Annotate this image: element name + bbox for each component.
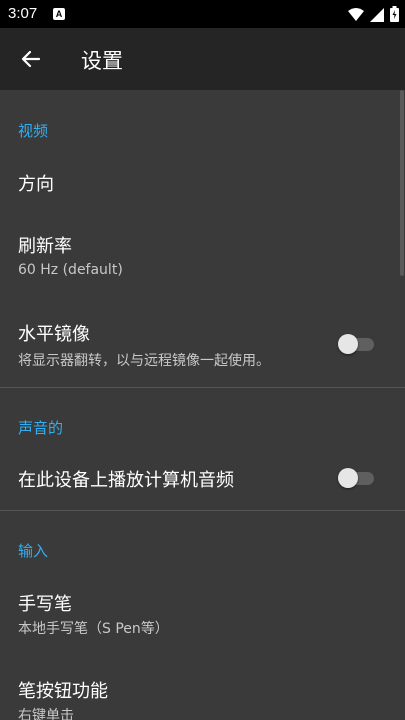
toggle-thumb	[338, 334, 358, 354]
setting-play-on-device-title: 在此设备上播放计算机音频	[18, 470, 234, 491]
section-header-video: 视频	[18, 122, 49, 140]
back-button[interactable]	[16, 44, 46, 74]
setting-pen-button-title: 笔按钮功能	[18, 681, 108, 702]
setting-play-on-device[interactable]: 在此设备上播放计算机音频	[0, 450, 405, 506]
setting-stylus-title: 手写笔	[18, 594, 72, 615]
status-time: 3:07	[8, 5, 38, 22]
section-header-sound: 声音的	[18, 419, 64, 437]
setting-stylus[interactable]: 手写笔 本地手写笔（S Pen等）	[0, 580, 405, 650]
status-icons	[348, 6, 399, 26]
setting-mirror[interactable]: 水平镜像 将显示器翻转，以与远程镜像一起使用。	[0, 308, 405, 380]
setting-mirror-title: 水平镜像	[18, 324, 90, 345]
page-title: 设置	[81, 49, 123, 73]
setting-mirror-description: 将显示器翻转，以与远程镜像一起使用。	[18, 353, 270, 369]
setting-refresh-rate[interactable]: 刷新率 60 Hz (default)	[0, 220, 405, 290]
signal-icon	[370, 7, 384, 26]
setting-pen-button[interactable]: 笔按钮功能 右键单击	[0, 668, 405, 720]
setting-stylus-value: 本地手写笔（S Pen等）	[18, 621, 169, 637]
setting-pen-button-value: 右键单击	[18, 708, 74, 720]
mirror-toggle[interactable]	[338, 334, 374, 354]
setting-orientation[interactable]: 方向	[0, 152, 405, 214]
divider	[0, 387, 405, 388]
setting-refresh-rate-title: 刷新率	[18, 236, 72, 257]
toggle-thumb	[338, 468, 358, 488]
divider	[0, 510, 405, 511]
notification-icon: A	[53, 8, 65, 20]
play-on-device-toggle[interactable]	[338, 468, 374, 488]
battery-icon	[390, 6, 399, 26]
setting-refresh-rate-value: 60 Hz (default)	[18, 262, 123, 278]
setting-orientation-title: 方向	[18, 174, 54, 195]
wifi-icon	[348, 7, 364, 26]
app-bar: 设置	[0, 28, 405, 90]
section-header-input: 输入	[18, 542, 49, 560]
scrollbar[interactable]	[400, 90, 404, 276]
settings-list[interactable]: 视频 方向 刷新率 60 Hz (default) 水平镜像 将显示器翻转，以与…	[0, 90, 405, 720]
arrow-back-icon	[21, 50, 41, 68]
status-bar: 3:07 A	[0, 0, 405, 28]
